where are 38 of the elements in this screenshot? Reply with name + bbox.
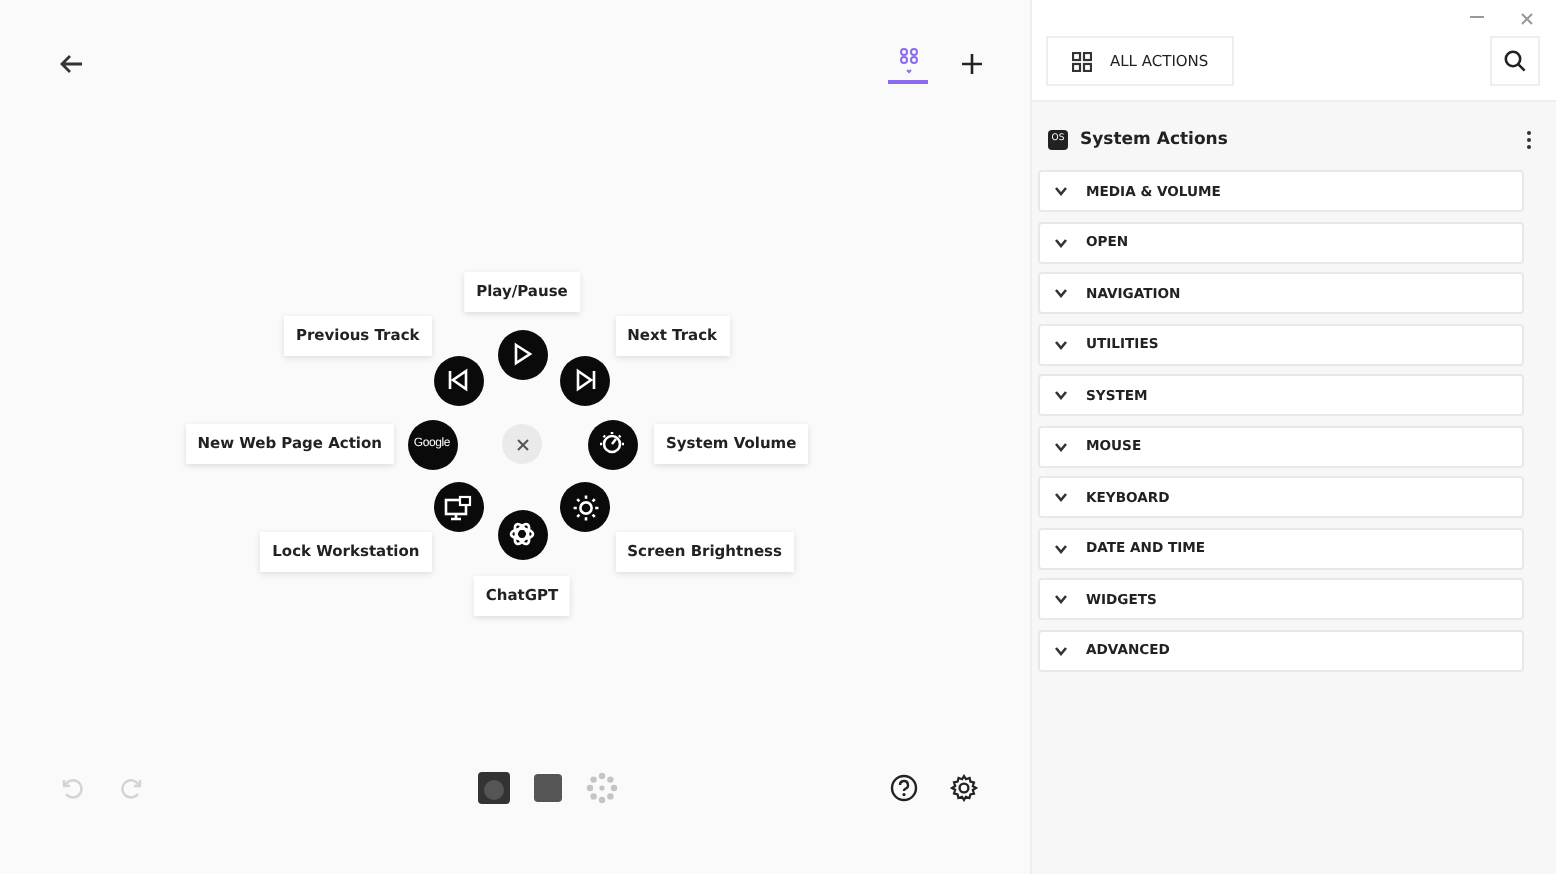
layout-tab[interactable] bbox=[888, 44, 928, 84]
help-icon[interactable] bbox=[886, 770, 922, 806]
close-button[interactable] bbox=[502, 424, 542, 464]
minimize-icon[interactable] bbox=[1470, 16, 1484, 20]
play-button[interactable] bbox=[497, 329, 547, 379]
chevron-icon bbox=[1054, 594, 1068, 604]
chevron-icon bbox=[1054, 237, 1068, 247]
section-title: System Actions bbox=[1080, 130, 1230, 150]
chevron-icon bbox=[1054, 492, 1068, 502]
brightness-icon bbox=[571, 493, 600, 522]
close-icon bbox=[515, 437, 529, 451]
next-track-button[interactable] bbox=[560, 355, 611, 406]
more-icon[interactable] bbox=[1526, 130, 1532, 150]
chevron-icon bbox=[1054, 339, 1068, 349]
search-icon bbox=[1504, 50, 1526, 72]
monitor-lock-icon bbox=[444, 493, 473, 522]
chevron-icon bbox=[1054, 645, 1068, 655]
settings-icon[interactable] bbox=[946, 770, 982, 806]
close-icon[interactable] bbox=[1520, 11, 1534, 25]
knot-button[interactable] bbox=[497, 509, 547, 559]
previous-track-button[interactable] bbox=[433, 355, 484, 406]
brightness-button[interactable] bbox=[560, 482, 611, 533]
grid-icon bbox=[1072, 51, 1092, 71]
monitor-lock-button[interactable] bbox=[433, 482, 484, 533]
previous-track-icon bbox=[444, 366, 473, 395]
knot-icon bbox=[508, 520, 536, 548]
chevron-icon bbox=[1054, 543, 1068, 553]
next-track-icon bbox=[571, 366, 600, 395]
gauge-icon bbox=[598, 430, 626, 458]
chevron-icon bbox=[1054, 390, 1068, 400]
search-button[interactable] bbox=[1490, 36, 1540, 86]
chevron-icon bbox=[1054, 288, 1068, 298]
chevron-icon bbox=[1054, 441, 1068, 451]
gauge-button[interactable] bbox=[587, 419, 637, 469]
pad-device-icon[interactable] bbox=[532, 772, 564, 804]
dot-ring-icon[interactable] bbox=[586, 772, 618, 804]
dots-grid-icon bbox=[899, 48, 917, 76]
chevron-icon bbox=[1054, 186, 1068, 196]
